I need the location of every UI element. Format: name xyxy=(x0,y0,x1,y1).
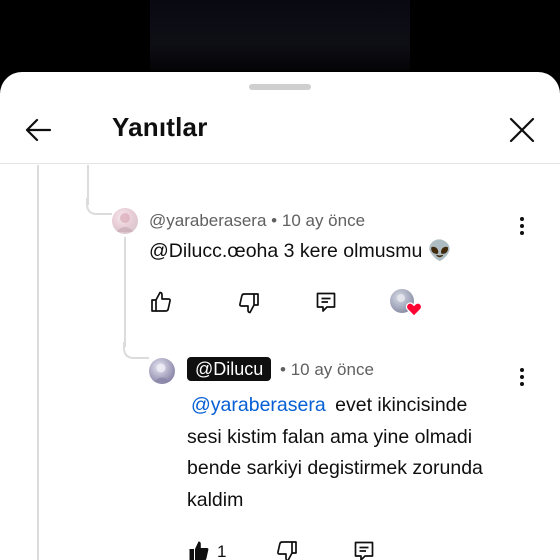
arrow-left-icon xyxy=(25,118,52,142)
avatar-image xyxy=(116,213,134,232)
comment-time: 10 ay önce xyxy=(290,360,374,379)
like-button[interactable] xyxy=(144,285,178,319)
alien-emoji: 👽 xyxy=(427,240,453,262)
back-button[interactable] xyxy=(18,110,58,150)
comment-body: @Dilucc.œoha 3 kere olmusmu xyxy=(149,240,423,262)
drag-handle[interactable] xyxy=(249,84,311,90)
mention-link[interactable]: @yaraberasera xyxy=(191,394,326,416)
like-button[interactable] xyxy=(182,534,216,560)
meta-separator: • xyxy=(271,211,278,230)
thread-line-outer xyxy=(37,165,39,560)
comment-time: 10 ay önce xyxy=(281,211,366,230)
page-title: Yanıtlar xyxy=(112,112,208,142)
thumbs-down-icon xyxy=(239,293,259,314)
thread-line-inner xyxy=(124,237,126,347)
dislike-button[interactable] xyxy=(232,286,266,320)
comment-text: @Dilucc.œoha 3 kere olmusmu 👽 xyxy=(149,236,452,268)
comment-meta: @Dilucu • 10 ay önce xyxy=(187,357,374,381)
thumbs-up-filled-icon xyxy=(189,541,209,560)
comment-line: sesi kistim falan ama yine olmadi xyxy=(187,425,473,448)
avatar[interactable] xyxy=(112,208,138,234)
comment-text: @yaraberasera evet ikincisinde sesi kist… xyxy=(187,390,517,516)
comment-line: @yaraberasera evet ikincisinde xyxy=(187,390,517,422)
close-button[interactable] xyxy=(502,110,542,150)
reply-button[interactable] xyxy=(309,285,343,319)
thumbs-down-icon xyxy=(277,541,297,560)
creator-handle-chip[interactable]: @Dilucu xyxy=(187,357,272,381)
comment-meta: @yaraberasera • 10 ay önce xyxy=(149,211,365,231)
avatar-image xyxy=(154,363,170,382)
reply-comment-icon xyxy=(316,292,336,312)
comment-line: bende sarkiyi degistirmek zorunda xyxy=(187,457,483,479)
more-options-button[interactable] xyxy=(510,365,534,389)
reply-button[interactable] xyxy=(347,534,381,560)
thread-connector xyxy=(86,198,112,215)
comment-line: kaldim xyxy=(187,488,244,511)
reply-comment-icon xyxy=(354,541,374,560)
thread-connector-nested xyxy=(123,342,149,359)
avatar[interactable] xyxy=(149,358,175,384)
video-background xyxy=(0,0,560,80)
comment-body: evet ikincisinde xyxy=(335,394,468,416)
sheet-header: Yanıtlar xyxy=(0,92,560,164)
more-options-button[interactable] xyxy=(510,214,534,238)
thumbs-up-icon xyxy=(151,291,171,312)
heart-icon xyxy=(406,302,422,317)
dislike-button[interactable] xyxy=(270,534,304,560)
replies-sheet: Yanıtlar @yaraberasera • 10 ay önce @Dil… xyxy=(0,72,560,560)
meta-separator: • xyxy=(280,360,286,379)
comment-author[interactable]: @yaraberasera xyxy=(149,211,266,230)
close-icon xyxy=(509,117,535,143)
like-count: 1 xyxy=(217,542,227,560)
video-frame xyxy=(150,0,410,70)
